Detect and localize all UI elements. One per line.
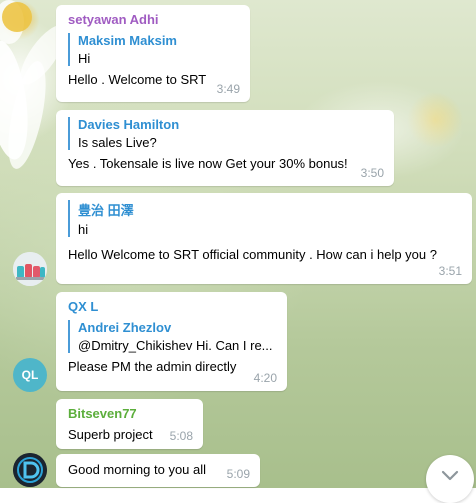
- avatar-image-icon: [13, 252, 47, 286]
- message-text: Good morning to you all: [68, 462, 207, 477]
- reply-quote[interactable]: Andrei Zhezlov @Dmitry_Chikishev Hi. Can…: [68, 320, 275, 353]
- reply-quote[interactable]: Davies Hamilton Is sales Live?: [68, 117, 382, 150]
- message-time: 3:49: [216, 82, 240, 96]
- message-time: 5:09: [226, 467, 250, 481]
- quote-author: Andrei Zhezlov: [78, 320, 172, 335]
- message-text: Yes . Tokensale is live now Get your 30%…: [68, 156, 348, 171]
- avatar[interactable]: QL: [13, 358, 47, 392]
- message-text: Hello Welcome to SRT official community …: [68, 247, 437, 262]
- reply-quote[interactable]: Maksim Maksim Hi: [68, 33, 238, 66]
- message-bubble[interactable]: QX L Andrei Zhezlov @Dmitry_Chikishev Hi…: [56, 292, 287, 391]
- message-sender[interactable]: Bitseven77: [68, 406, 191, 421]
- chevron-down-icon: [441, 470, 459, 481]
- quote-author: 豊治 田澤: [78, 203, 134, 218]
- message-time: 5:08: [169, 429, 193, 443]
- reply-quote[interactable]: 豊治 田澤 hi: [68, 200, 460, 237]
- message-time: 3:50: [360, 166, 384, 180]
- message-bubble[interactable]: Davies Hamilton Is sales Live? Yes . Tok…: [56, 110, 394, 186]
- message-bubble[interactable]: 豊治 田澤 hi Hello Welcome to SRT official c…: [56, 193, 472, 284]
- message-time: 3:51: [438, 264, 462, 278]
- message-bubble[interactable]: Bitseven77 Superb project 5:08: [56, 399, 203, 449]
- message-text: Please PM the admin directly: [68, 359, 237, 374]
- message-sender[interactable]: QX L: [68, 299, 275, 314]
- avatar[interactable]: [13, 252, 47, 286]
- message-text: Hello . Welcome to SRT: [68, 72, 207, 87]
- message-sender[interactable]: setyawan Adhi: [68, 12, 238, 27]
- avatar[interactable]: [13, 453, 47, 487]
- message-bubble[interactable]: setyawan Adhi Maksim Maksim Hi Hello . W…: [56, 5, 250, 102]
- message-bubble[interactable]: Good morning to you all 5:09: [56, 454, 260, 487]
- quote-author: Maksim Maksim: [78, 33, 177, 48]
- avatar-logo-icon: [13, 453, 47, 487]
- scroll-down-button[interactable]: [426, 455, 474, 503]
- flower-center: [2, 2, 32, 32]
- quote-text: Hi: [78, 51, 91, 66]
- quote-author: Davies Hamilton: [78, 117, 180, 132]
- quote-text: hi: [78, 222, 89, 237]
- message-time: 4:20: [253, 371, 277, 385]
- quote-text: @Dmitry_Chikishev Hi. Can I re...: [78, 338, 273, 353]
- quote-text: Is sales Live?: [78, 135, 157, 150]
- avatar-initials: QL: [21, 368, 39, 382]
